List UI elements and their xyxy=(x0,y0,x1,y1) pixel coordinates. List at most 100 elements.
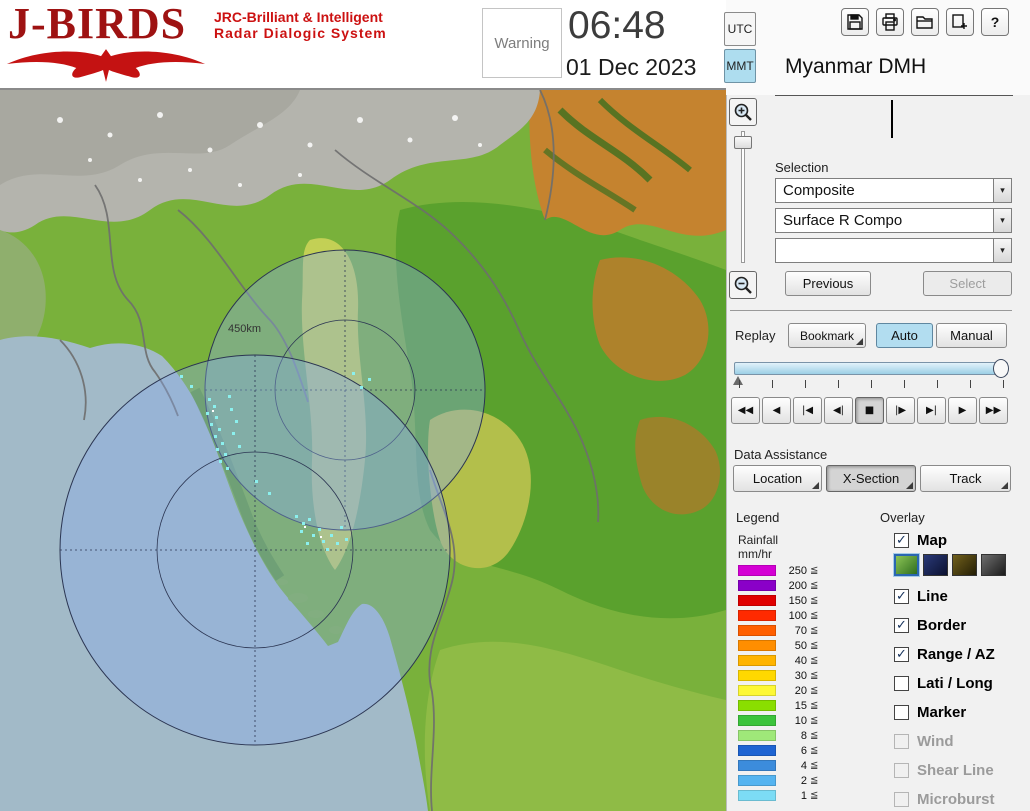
overlay-item-wind: Wind xyxy=(894,730,1030,752)
legend-row: 250 ≦ xyxy=(738,565,819,577)
overlay-item-label: Shear Line xyxy=(917,761,994,779)
legend-value: 2 xyxy=(800,774,807,787)
overlay-item-marker[interactable]: Marker xyxy=(894,701,1030,723)
legend-color-swatch xyxy=(738,685,776,696)
legend-label: Legend xyxy=(736,510,780,525)
auto-button[interactable]: Auto xyxy=(876,323,933,348)
open-folder-icon[interactable] xyxy=(911,8,939,36)
legend-color-swatch xyxy=(738,625,776,636)
overlay-item-range-az[interactable]: ✓ Range / AZ xyxy=(894,643,1030,665)
legend-value: 100 xyxy=(788,609,807,622)
timeline-ticks xyxy=(739,380,1007,388)
chevron-down-icon[interactable]: ▾ xyxy=(993,179,1011,202)
overlay-item-lati-long[interactable]: Lati / Long xyxy=(894,672,1030,694)
overlay-item-border[interactable]: ✓ Border xyxy=(894,614,1030,636)
section-divider xyxy=(730,310,1012,311)
location-button[interactable]: Location xyxy=(733,465,822,492)
bookmark-button[interactable]: Bookmark xyxy=(788,323,866,348)
checkbox xyxy=(894,791,909,807)
transport-button-4[interactable]: ■ xyxy=(855,397,884,424)
checkbox[interactable]: ✓ xyxy=(894,588,909,604)
overlay-item-label: Border xyxy=(917,616,967,634)
legend-color-swatch xyxy=(738,700,776,711)
chevron-down-icon[interactable]: ▾ xyxy=(993,239,1011,262)
map-style-olive[interactable] xyxy=(952,554,977,576)
checkbox[interactable] xyxy=(894,704,909,720)
legend-suffix: ≦ xyxy=(810,730,819,741)
xsection-button[interactable]: X-Section xyxy=(826,465,916,492)
print-icon[interactable] xyxy=(876,8,904,36)
transport-button-5[interactable]: |▶ xyxy=(886,397,915,424)
text-caret xyxy=(891,100,893,138)
warning-label: Warning xyxy=(494,34,550,52)
legend-row: 15 ≦ xyxy=(738,699,818,712)
replay-timeline-slider[interactable] xyxy=(734,359,1009,378)
overlay-item-map[interactable]: ✓ Map xyxy=(894,529,1030,551)
checkbox[interactable]: ✓ xyxy=(894,532,909,548)
app-logo-title: J-BIRDS xyxy=(8,0,187,48)
legend-suffix: ≦ xyxy=(810,640,819,651)
transport-button-3[interactable]: ◀| xyxy=(824,397,853,424)
legend-color-swatch xyxy=(738,655,776,666)
checkbox[interactable]: ✓ xyxy=(894,646,909,662)
radar-map[interactable]: 450km xyxy=(0,89,726,811)
timeline-thumb[interactable] xyxy=(993,359,1009,378)
select-button[interactable]: Select xyxy=(923,271,1012,296)
overlay-item-label: Marker xyxy=(917,703,967,721)
legend-value: 20 xyxy=(794,684,807,697)
overlay-item-shear-line: Shear Line xyxy=(894,759,1030,781)
overlay-item-line[interactable]: ✓ Line xyxy=(894,585,1030,607)
map-style-terrain[interactable] xyxy=(893,553,920,577)
overlay-label: Overlay xyxy=(880,510,925,525)
manual-button[interactable]: Manual xyxy=(936,323,1007,348)
zoom-in-button[interactable] xyxy=(729,98,757,126)
legend-suffix: ≦ xyxy=(810,745,819,756)
map-style-navy[interactable] xyxy=(923,554,948,576)
product-dropdown[interactable]: Surface R Compo ▾ xyxy=(775,208,1012,233)
legend-color-swatch xyxy=(738,670,776,681)
legend-value: 200 xyxy=(788,579,807,592)
legend-suffix: ≦ xyxy=(810,565,819,576)
dropdown-value: Composite xyxy=(783,182,855,199)
dropdown-value xyxy=(776,239,993,262)
save-icon[interactable] xyxy=(841,8,869,36)
track-button[interactable]: Track xyxy=(920,465,1011,492)
jbirds-application: J-BIRDS JRC-Brilliant & Intelligent Rada… xyxy=(0,0,1030,811)
transport-button-2[interactable]: |◀ xyxy=(793,397,822,424)
transport-button-8[interactable]: ▶▶ xyxy=(979,397,1008,424)
zoom-out-button[interactable] xyxy=(729,271,757,299)
help-icon[interactable]: ? xyxy=(981,8,1009,36)
legend-row: 150 ≦ xyxy=(738,595,818,607)
composite-dropdown[interactable]: Composite ▾ xyxy=(775,178,1012,203)
overlay-item-microburst: Microburst xyxy=(894,788,1030,810)
map-style-swatches xyxy=(893,553,1030,577)
legend-color-swatch xyxy=(738,760,776,771)
transport-button-0[interactable]: ◀◀ xyxy=(731,397,760,424)
map-style-dark[interactable] xyxy=(981,554,1006,576)
checkbox[interactable]: ✓ xyxy=(894,617,909,633)
legend-value: 4 xyxy=(800,759,807,772)
utc-button[interactable]: UTC xyxy=(724,12,756,46)
checkbox[interactable] xyxy=(894,675,909,691)
zoom-slider-thumb[interactable] xyxy=(734,136,752,149)
legend-value: 8 xyxy=(800,729,807,742)
legend-suffix: ≦ xyxy=(810,610,819,621)
legend-value: 15 xyxy=(794,699,807,712)
previous-button[interactable]: Previous xyxy=(785,271,871,296)
zoom-slider-track[interactable] xyxy=(741,131,745,263)
mmt-button[interactable]: MMT xyxy=(724,49,756,83)
empty-dropdown[interactable]: ▾ xyxy=(775,238,1012,263)
zoom-slider[interactable] xyxy=(734,131,752,263)
chevron-down-icon[interactable]: ▾ xyxy=(993,209,1011,232)
transport-button-6[interactable]: ▶| xyxy=(917,397,946,424)
legend-color-swatch xyxy=(738,775,776,786)
svg-text:?: ? xyxy=(991,14,1000,30)
legend-row: 2 ≦ xyxy=(738,774,818,787)
transport-button-7[interactable]: ▶ xyxy=(948,397,977,424)
legend-value: 1 xyxy=(800,789,807,802)
transport-button-1[interactable]: ◀ xyxy=(762,397,791,424)
legend-suffix: ≦ xyxy=(810,685,819,696)
export-icon[interactable] xyxy=(946,8,974,36)
legend-color-swatch xyxy=(738,610,776,621)
data-assistance-label: Data Assistance xyxy=(734,447,828,462)
